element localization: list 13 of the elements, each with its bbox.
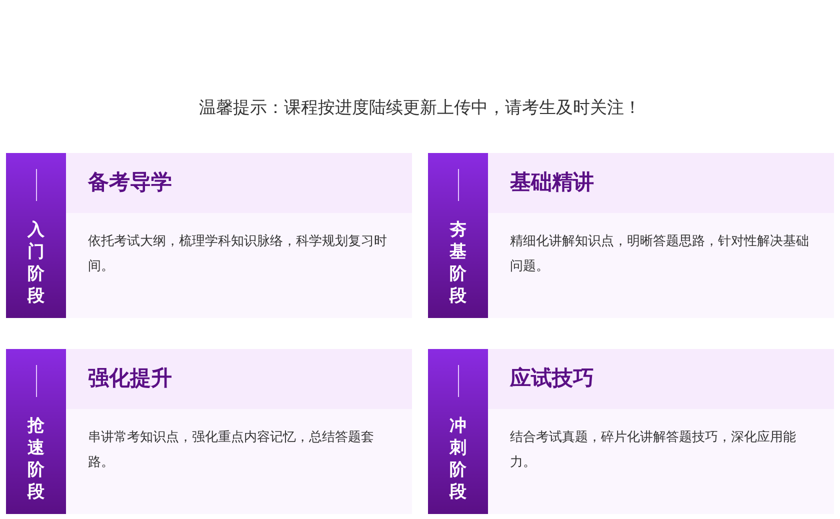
card-title: 备考导学 (88, 169, 172, 196)
stage-label: 冲刺阶段 (450, 415, 466, 504)
card-title: 基础精讲 (510, 169, 594, 196)
card-description: 精细化讲解知识点，明晰答题思路，针对性解决基础问题。 (509, 233, 810, 276)
notice-text: 温馨提示：课程按进度陆续更新上传中，请考生及时关注！ (198, 97, 642, 120)
card-title: 应试技巧 (510, 365, 594, 392)
stage-label: 入门阶段 (28, 219, 44, 308)
card-description: 依托考试大纲，梳理学科知识脉络，科学规划复习时间。 (87, 233, 388, 276)
card-description: 串讲常考知识点，强化重点内容记忆，总结答题套路。 (87, 429, 375, 472)
stage-label: 抢速阶段 (28, 415, 44, 504)
card-description: 结合考试真题，碎片化讲解答题技巧，深化应用能力。 (509, 429, 797, 472)
stage-label: 夯基阶段 (450, 219, 466, 308)
card-title: 强化提升 (88, 365, 172, 392)
